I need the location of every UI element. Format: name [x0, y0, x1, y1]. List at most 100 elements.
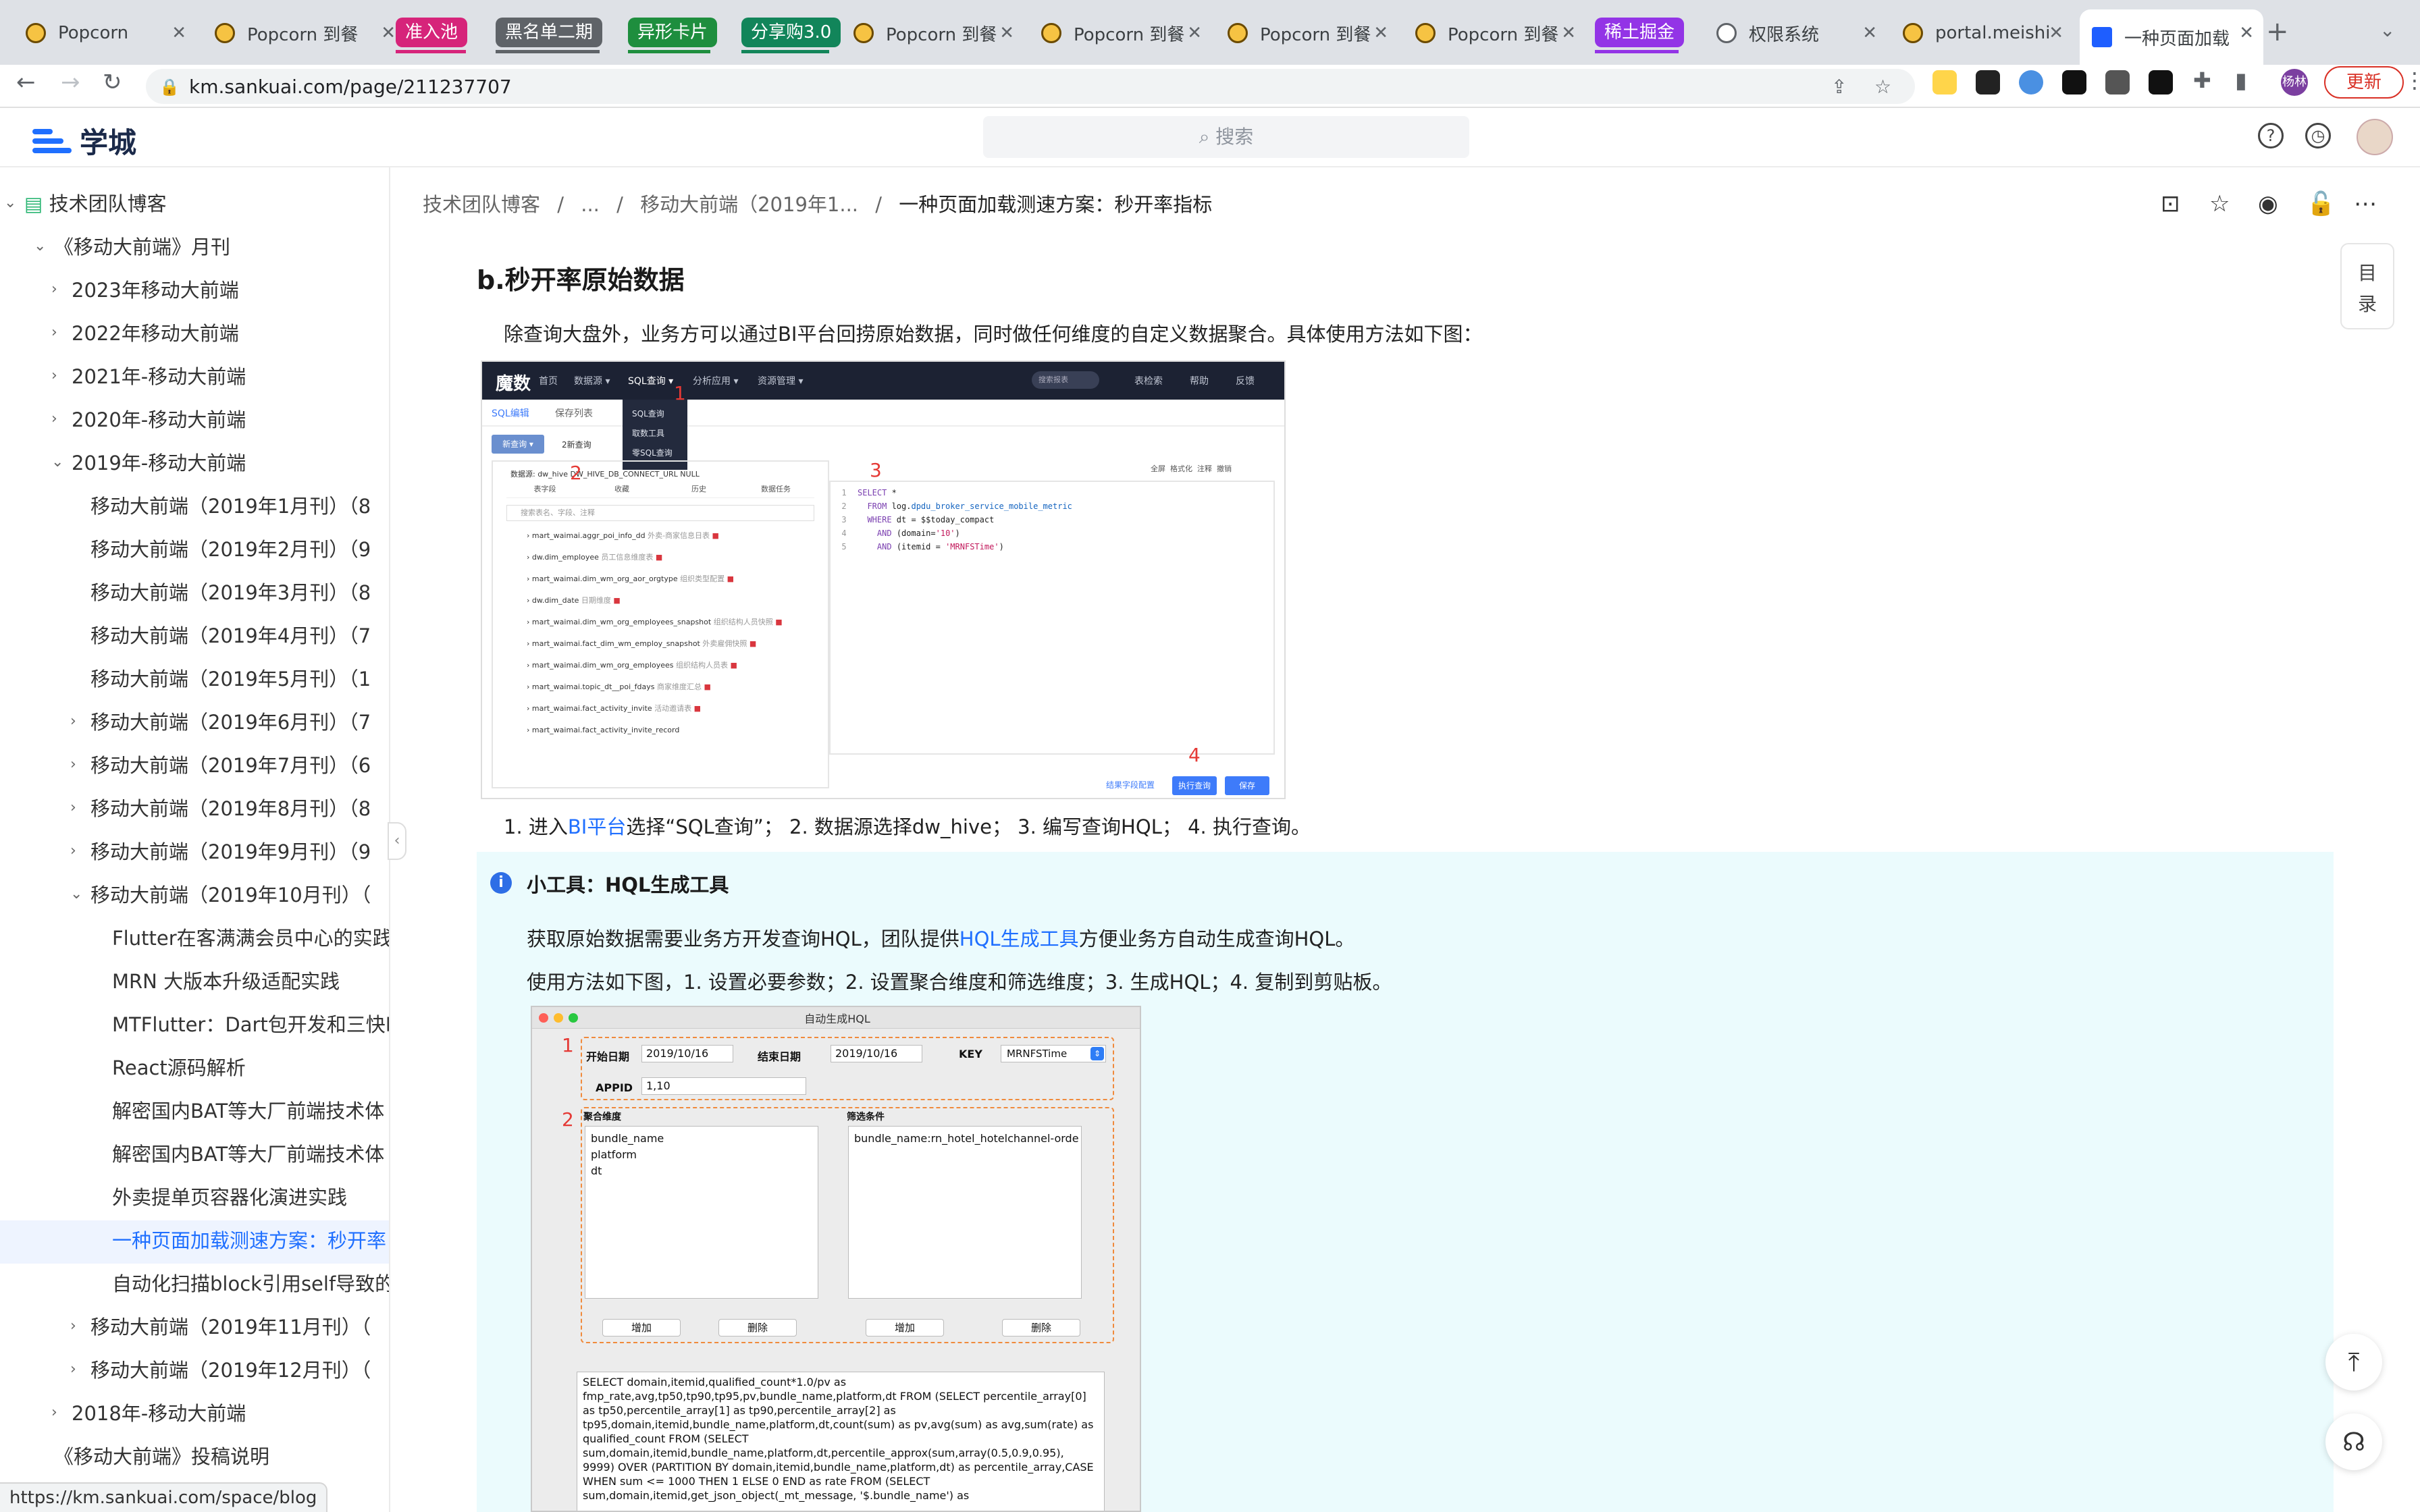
- sidebar-tree-item[interactable]: 移动大前端（2019年8月刊）（8: [90, 787, 389, 830]
- sidebar-tree-item[interactable]: 移动大前端（2019年6月刊）（7: [90, 701, 389, 744]
- chevron-right-icon[interactable]: ›: [51, 324, 57, 341]
- permission-lock-icon[interactable]: 🔓: [2307, 190, 2335, 217]
- browser-tab[interactable]: Popcorn 到餐 ✕: [1215, 9, 1398, 57]
- chevron-down-icon[interactable]: ⌄: [51, 454, 63, 470]
- extension-mask-icon[interactable]: [2149, 70, 2173, 94]
- browser-tab[interactable]: Popcorn ✕: [14, 9, 196, 57]
- toc-button[interactable]: 目录: [2340, 243, 2394, 329]
- side-panel-icon[interactable]: ▮: [2235, 68, 2247, 93]
- url-text[interactable]: km.sankuai.com/page/211237707: [189, 76, 512, 98]
- chevron-down-icon[interactable]: ⌄: [34, 238, 46, 254]
- browser-tab-group-label[interactable]: 黑名单二期: [496, 18, 603, 47]
- browser-tab[interactable]: 权限系统 ✕: [1704, 9, 1887, 57]
- chevron-right-icon[interactable]: ›: [70, 799, 76, 816]
- sidebar-tree-item[interactable]: 移动大前端（2019年3月刊）（8: [90, 571, 389, 614]
- chevron-right-icon[interactable]: ›: [70, 713, 76, 730]
- browser-tab[interactable]: Popcorn 到餐 ✕: [841, 9, 1024, 57]
- sidebar-tree-item[interactable]: 移动大前端（2019年7月刊）（6: [90, 744, 389, 787]
- browser-tab[interactable]: Popcorn 到餐 ✕: [1029, 9, 1211, 57]
- sidebar-tree-item[interactable]: ▤ 技术团队博客: [24, 182, 389, 225]
- chevron-right-icon[interactable]: ›: [51, 410, 57, 427]
- address-bar[interactable]: 🔒 km.sankuai.com/page/211237707 ⇪ ☆: [146, 69, 1915, 104]
- close-tab-icon[interactable]: ✕: [1862, 23, 1877, 43]
- lock-icon[interactable]: 🔒: [159, 78, 180, 97]
- sidebar-tree-item[interactable]: 《移动大前端》投稿说明: [54, 1435, 389, 1478]
- hql-tool-link[interactable]: HQL生成工具: [959, 927, 1079, 950]
- sidebar-tree-item[interactable]: 移动大前端（2019年2月刊）（9: [90, 528, 389, 571]
- sidebar-tree-item[interactable]: 一种页面加载测速方案：秒开率: [112, 1219, 389, 1262]
- back-icon[interactable]: ←: [16, 69, 36, 96]
- extension-metamask-icon[interactable]: [1932, 70, 1957, 94]
- browser-tab-group-label[interactable]: 准入池: [396, 18, 468, 47]
- close-tab-icon[interactable]: ✕: [999, 23, 1014, 43]
- browser-tab-group-label[interactable]: 分享购3.0: [741, 18, 841, 47]
- sidebar-tree-item[interactable]: 2020年-移动大前端: [72, 398, 389, 441]
- browser-tab-group-label[interactable]: 异形卡片: [628, 18, 718, 47]
- sidebar-tree-item[interactable]: 2019年-移动大前端: [72, 441, 389, 485]
- sidebar-tree-item[interactable]: 移动大前端（2019年4月刊）（7: [90, 614, 389, 657]
- sidebar-tree-item[interactable]: 移动大前端（2019年1月刊）（8: [90, 485, 389, 528]
- sidebar-tree-item[interactable]: 移动大前端（2019年5月刊）（1: [90, 657, 389, 701]
- back-to-top-icon[interactable]: ⤒: [2325, 1334, 2382, 1390]
- forward-icon[interactable]: →: [61, 69, 80, 96]
- sidebar-tree-item[interactable]: 移动大前端（2019年11月刊）（: [90, 1305, 389, 1349]
- close-tab-icon[interactable]: ✕: [1561, 23, 1576, 43]
- sidebar-tree-item[interactable]: 《移动大前端》月刊: [54, 225, 389, 269]
- chevron-right-icon[interactable]: ›: [70, 1361, 76, 1378]
- chevron-right-icon[interactable]: ›: [70, 842, 76, 859]
- chevron-right-icon[interactable]: ›: [51, 281, 57, 298]
- close-tab-icon[interactable]: ✕: [2049, 23, 2063, 43]
- extension-translate-icon[interactable]: [2019, 70, 2043, 94]
- breadcrumb-item[interactable]: 技术团队博客: [423, 193, 540, 216]
- chevron-down-icon[interactable]: ⌄: [4, 194, 16, 211]
- sidebar-tree-item[interactable]: 2023年移动大前端: [72, 269, 389, 312]
- chevron-right-icon[interactable]: ›: [51, 1404, 57, 1421]
- close-tab-icon[interactable]: ✕: [1187, 23, 1202, 43]
- sidebar-tree-item[interactable]: MRN 大版本升级适配实践: [112, 960, 389, 1003]
- breadcrumb-item[interactable]: ...: [581, 193, 600, 216]
- sidebar-tree-item[interactable]: 解密国内BAT等大厂前端技术体: [112, 1133, 389, 1176]
- close-tab-icon[interactable]: ✕: [2239, 23, 2254, 43]
- sidebar-tree-item[interactable]: 2022年移动大前端: [72, 312, 389, 355]
- tab-search-icon[interactable]: ⌄: [2379, 19, 2395, 41]
- presentation-icon[interactable]: ⊡: [2161, 190, 2180, 217]
- sidebar-tree-item[interactable]: 2018年-移动大前端: [72, 1392, 389, 1435]
- sidebar-tree-item[interactable]: 移动大前端（2019年10月刊）（: [90, 873, 389, 917]
- share-icon[interactable]: ⇪: [1831, 76, 1847, 98]
- sidebar-tree-item[interactable]: 自动化扫描block引用self导致的: [112, 1262, 389, 1305]
- more-icon[interactable]: ⋯: [2354, 190, 2377, 217]
- browser-tab[interactable]: Popcorn 到餐 ✕: [1403, 9, 1585, 57]
- collapse-sidebar-button[interactable]: ‹: [388, 822, 406, 860]
- bi-platform-link[interactable]: BI平台: [568, 815, 626, 838]
- clock-icon[interactable]: ◷: [2305, 123, 2331, 148]
- chevron-right-icon[interactable]: ›: [70, 756, 76, 773]
- favorite-star-icon[interactable]: ☆: [2209, 190, 2230, 217]
- bookmark-star-icon[interactable]: ☆: [1874, 76, 1891, 98]
- reload-icon[interactable]: ↻: [103, 69, 122, 96]
- sidebar-tree-item[interactable]: MTFlutter：Dart包开发和三快F: [112, 1003, 389, 1046]
- browser-tab[interactable]: portal.meishi ✕: [1891, 9, 2073, 57]
- search-input[interactable]: ⌕ 搜索: [983, 116, 1469, 158]
- close-tab-icon[interactable]: ✕: [1373, 23, 1388, 43]
- close-tab-icon[interactable]: ✕: [381, 23, 396, 43]
- chevron-right-icon[interactable]: ›: [51, 367, 57, 384]
- app-logo[interactable]: 学城: [30, 120, 136, 161]
- browser-menu-icon[interactable]: ⋮: [2404, 68, 2420, 93]
- profile-avatar[interactable]: 杨林: [2281, 69, 2308, 96]
- breadcrumb-item[interactable]: 移动大前端（2019年1...: [640, 193, 858, 216]
- extension-react-icon[interactable]: [1976, 70, 2000, 94]
- new-tab-icon[interactable]: +: [2266, 16, 2289, 47]
- user-avatar[interactable]: [2357, 119, 2393, 155]
- extensions-puzzle-icon[interactable]: ✚: [2193, 68, 2211, 93]
- extension-dark-icon[interactable]: [2062, 70, 2086, 94]
- sidebar-tree-item[interactable]: 2021年-移动大前端: [72, 355, 389, 398]
- chevron-right-icon[interactable]: ›: [70, 1318, 76, 1334]
- sidebar-tree-item[interactable]: 移动大前端（2019年12月刊）（: [90, 1349, 389, 1392]
- sidebar-tree-item[interactable]: Flutter在客满满会员中心的实践: [112, 917, 389, 960]
- chevron-down-icon[interactable]: ⌄: [70, 886, 82, 902]
- watch-eye-icon[interactable]: ◉: [2258, 190, 2278, 217]
- help-icon[interactable]: ?: [2258, 123, 2284, 148]
- browser-tab[interactable]: Popcorn 到餐 ✕: [203, 9, 405, 57]
- customer-service-icon[interactable]: ☊: [2325, 1413, 2382, 1470]
- close-tab-icon[interactable]: ✕: [172, 23, 186, 43]
